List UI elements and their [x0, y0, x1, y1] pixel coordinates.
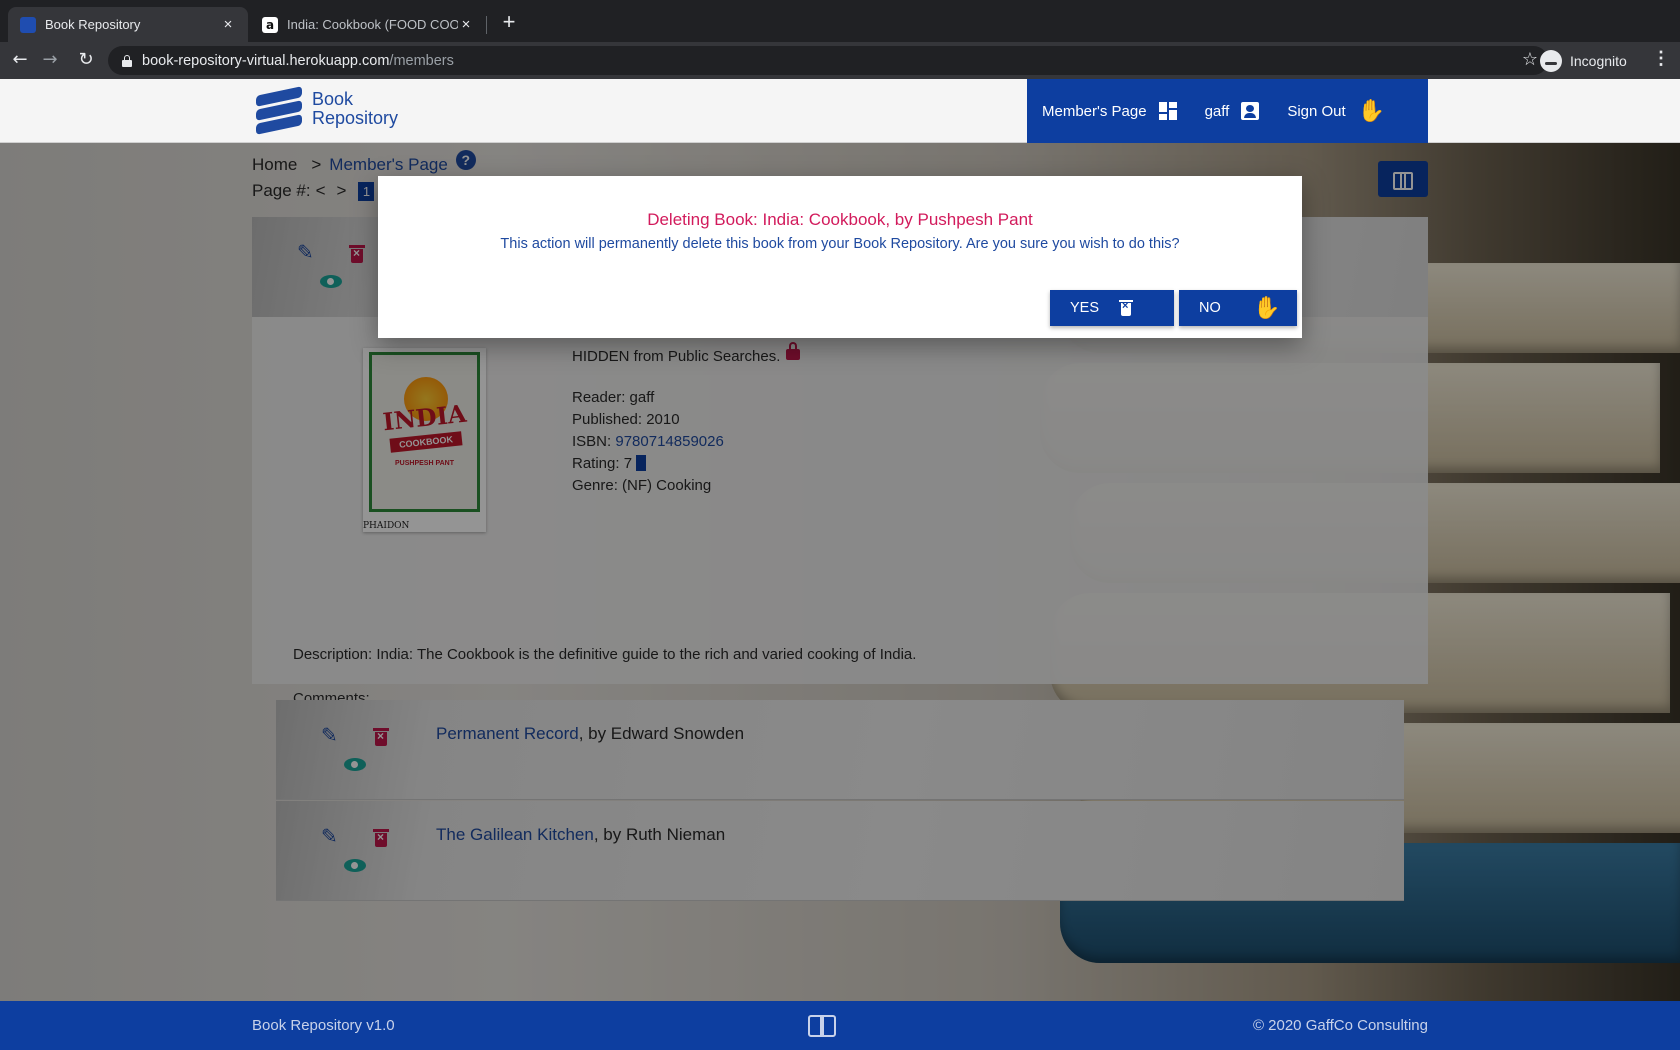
- site-header: Book Repository Member's Page gaff Sign …: [0, 79, 1680, 143]
- tab-india-cookbook[interactable]: a India: Cookbook (FOOD COOK ×: [250, 7, 486, 42]
- open-book-icon: [808, 1015, 836, 1037]
- forward-button[interactable]: →: [38, 48, 62, 72]
- site-footer: Book Repository v1.0 © 2020 GaffCo Consu…: [0, 1001, 1680, 1050]
- cancel-no-button[interactable]: NO ✋: [1179, 290, 1297, 326]
- back-button[interactable]: ←: [8, 48, 32, 72]
- tab-close-icon[interactable]: ×: [458, 16, 474, 33]
- logo-text: Book Repository: [312, 89, 399, 128]
- book-stack-logo-icon: [254, 85, 306, 135]
- book-favicon-icon: [20, 16, 36, 33]
- main-nav: Member's Page gaff Sign Out ✋: [1027, 79, 1428, 143]
- dialog-message: This action will permanently delete this…: [500, 236, 1180, 252]
- tab-title: India: Cookbook (FOOD COOK: [287, 17, 458, 32]
- bookmark-star-icon[interactable]: ☆: [1522, 49, 1538, 70]
- url-host: book-repository-virtual.herokuapp.com: [142, 52, 390, 69]
- footer-version: Book Repository v1.0: [252, 1017, 395, 1034]
- incognito-icon: [1540, 49, 1562, 72]
- browser-toolbar: ← → ↻ book-repository-virtual.herokuapp.…: [0, 42, 1680, 79]
- dashboard-icon: [1158, 102, 1177, 120]
- reload-button[interactable]: ↻: [74, 48, 98, 72]
- nav-members-page[interactable]: Member's Page: [1042, 102, 1177, 120]
- nav-sign-out[interactable]: Sign Out ✋: [1287, 100, 1385, 122]
- incognito-indicator[interactable]: Incognito: [1540, 46, 1627, 75]
- amazon-favicon-icon: a: [262, 16, 278, 33]
- nav-user[interactable]: gaff: [1205, 102, 1260, 120]
- url-path: /members: [389, 52, 454, 69]
- browser-tab-strip: Book Repository × a India: Cookbook (FOO…: [0, 0, 1680, 42]
- tab-title: Book Repository: [45, 17, 141, 32]
- tab-book-repository[interactable]: Book Repository ×: [8, 7, 248, 42]
- account-box-icon: [1241, 102, 1260, 120]
- address-bar[interactable]: book-repository-virtual.herokuapp.com/me…: [108, 46, 1548, 75]
- delete-trash-icon: [1119, 300, 1133, 316]
- confirm-yes-button[interactable]: YES: [1050, 290, 1174, 326]
- hand-stop-icon: ✋: [1253, 295, 1281, 320]
- site-logo[interactable]: Book Repository: [254, 85, 399, 135]
- lock-icon: [122, 54, 132, 67]
- web-page: Book Repository Member's Page gaff Sign …: [0, 79, 1680, 1050]
- delete-confirmation-dialog: Deleting Book: India: Cookbook, by Pushp…: [378, 176, 1302, 338]
- tab-divider: [486, 16, 487, 34]
- incognito-label: Incognito: [1570, 52, 1627, 69]
- browser-menu-icon[interactable]: ⋮: [1652, 48, 1670, 69]
- dialog-title: Deleting Book: India: Cookbook, by Pushp…: [647, 210, 1033, 229]
- new-tab-button[interactable]: +: [497, 10, 521, 34]
- hand-stop-icon: ✋: [1357, 98, 1386, 123]
- tab-close-icon[interactable]: ×: [220, 16, 236, 33]
- footer-copyright: © 2020 GaffCo Consulting: [1252, 1017, 1428, 1034]
